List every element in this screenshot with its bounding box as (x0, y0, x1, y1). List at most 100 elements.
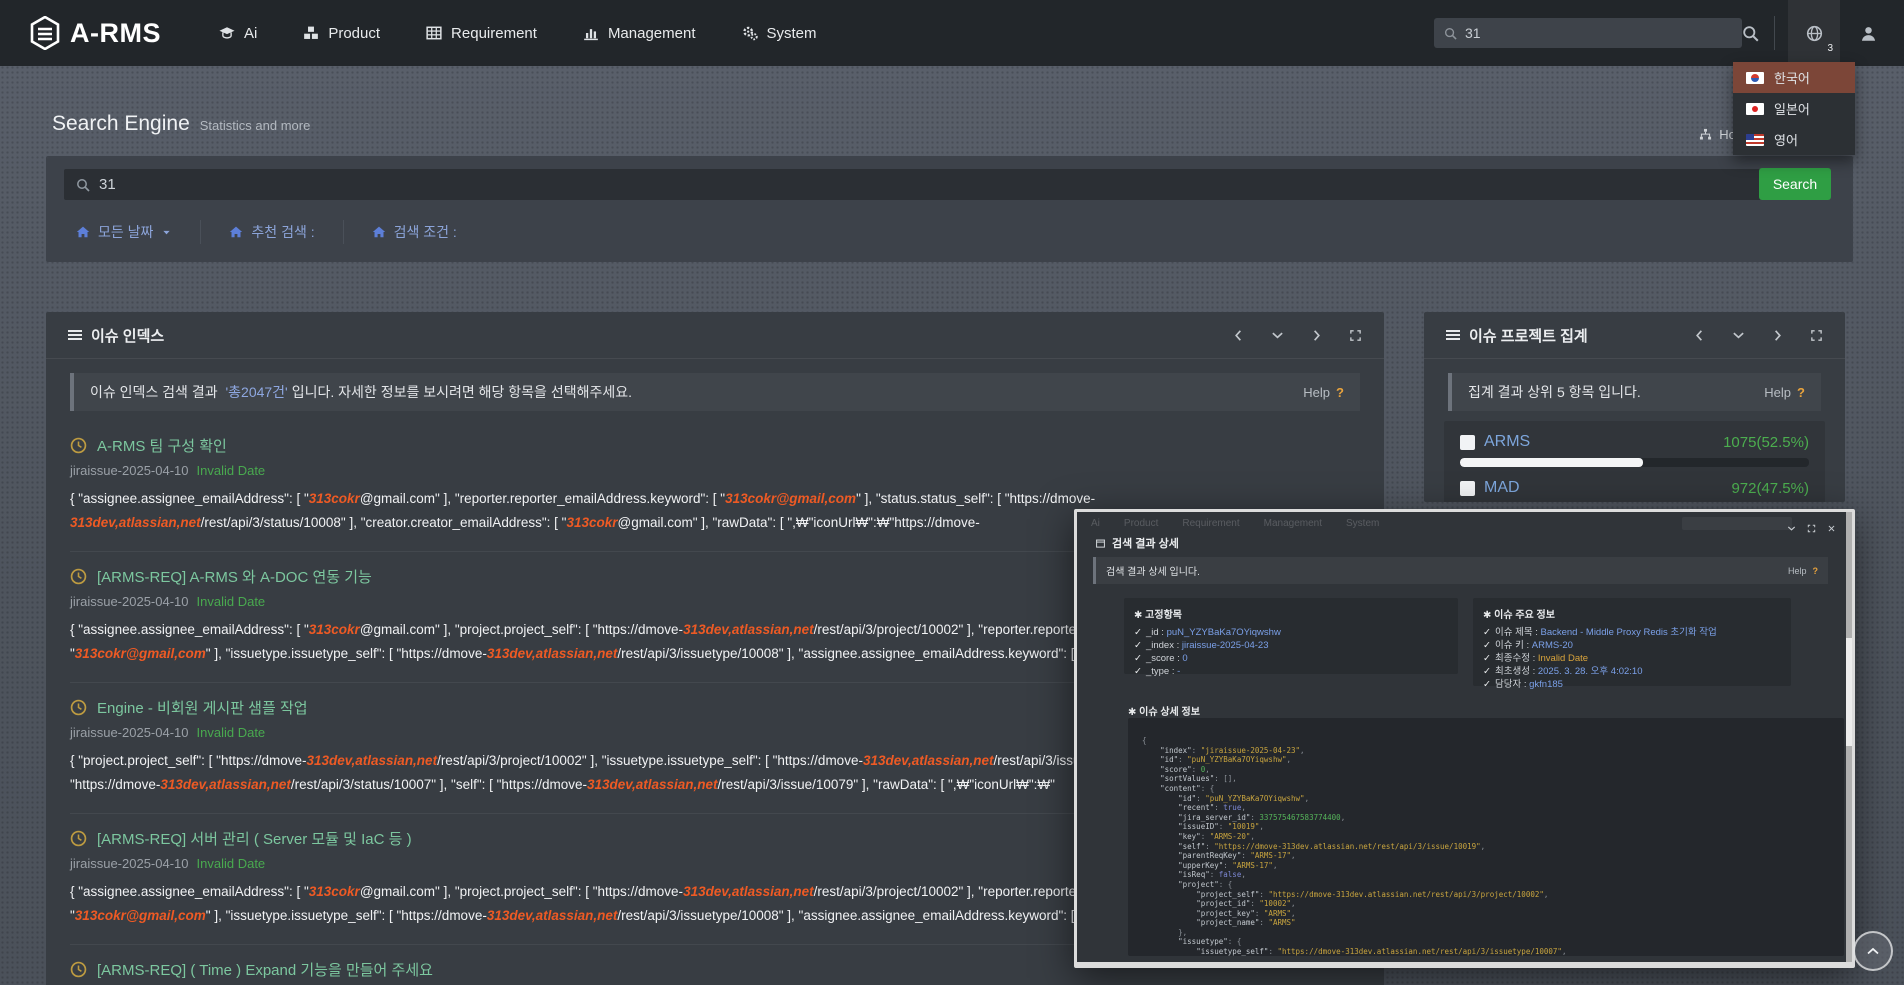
result-title-link[interactable]: [ARMS-REQ] 서버 관리 ( Server 모듈 및 IaC 등 ) (97, 828, 412, 849)
us-flag-icon (1746, 134, 1764, 146)
search-highlight: 313dev,atlassian,net (306, 753, 437, 768)
search-highlight: 313cokr (309, 491, 360, 506)
ghost-nav-item: Product (1124, 518, 1158, 529)
chevron-left-icon[interactable] (1232, 329, 1245, 342)
filter-2[interactable]: 검색 조건 : (344, 220, 485, 244)
search-detail-modal: AiProductRequirementManagementSystem 검색 … (1074, 509, 1855, 968)
navbar-search-input[interactable]: 31 (1434, 18, 1742, 48)
info-text: 검색 결과 상세 입니다. (1106, 563, 1200, 578)
check-icon: ✓ (1483, 627, 1491, 638)
ghost-nav-item: Ai (1091, 518, 1100, 529)
search-icon (1444, 27, 1457, 40)
nav-item-label: Management (608, 25, 696, 42)
expand-icon[interactable] (1349, 329, 1362, 342)
detail-value: puN_YZYBaKa7OYiqwshw (1167, 627, 1281, 638)
result-count: '총2047건' (225, 384, 287, 400)
result-title-link[interactable]: Engine - 비회원 게시판 샘플 작업 (97, 697, 308, 718)
detail-row: ✓이슈 제목 : Backend - Middle Proxy Redis 초기… (1483, 626, 1781, 639)
search-input[interactable]: 31 (64, 169, 1778, 200)
clock-icon (70, 568, 87, 585)
user-button[interactable] (1846, 0, 1890, 66)
issue-detail-title: 이슈 상세 정보 (1128, 703, 1200, 718)
help-button[interactable]: Help? (1764, 385, 1805, 400)
navbar: A-RMS Ai Product Requirement Management Syst… (0, 0, 1904, 66)
chevron-right-icon[interactable] (1771, 329, 1784, 342)
chevron-down-icon[interactable] (1732, 329, 1745, 342)
result-title-link[interactable]: [ARMS-REQ] A-RMS 와 A-DOC 연동 기능 (97, 566, 372, 587)
brand[interactable]: A-RMS (30, 16, 161, 50)
search-highlight: 313cokr (566, 515, 617, 530)
chevron-down-icon[interactable] (1271, 329, 1284, 342)
search-highlight: 313cokr@gmail,com (75, 908, 206, 923)
issue-index-header: 이슈 인덱스 (46, 312, 1384, 359)
help-button[interactable]: Help? (1303, 385, 1344, 400)
detail-row: ✓_id : puN_YZYBaKa7OYiqwshw (1134, 626, 1448, 639)
ghost-nav-item: Requirement (1182, 518, 1239, 529)
search-highlight: 313dev,atlassian,net (683, 622, 814, 637)
search-highlight: 313dev,atlassian,net (863, 753, 994, 768)
language-option-kr[interactable]: 한국어 (1733, 62, 1855, 93)
result-title-link[interactable]: [ARMS-REQ] ( Time ) Expand 기능을 만들어 주세요 (97, 959, 433, 980)
home-icon (76, 225, 90, 239)
expand-icon[interactable] (1810, 329, 1823, 342)
language-option-jp[interactable]: 일본어 (1733, 93, 1855, 124)
ghost-search-pill (1682, 517, 1792, 530)
checkbox[interactable] (1460, 481, 1475, 496)
search-highlight: 313dev,atlassian,net (683, 884, 814, 899)
filter-1[interactable]: 추천 검색 : (201, 220, 343, 244)
result-title-row: A-RMS 팀 구성 확인 (70, 435, 1360, 456)
help-button[interactable]: Help? (1788, 566, 1818, 576)
check-icon: ✓ (1134, 640, 1142, 651)
aggregate-row-mad: MAD972(47.5%) (1460, 479, 1809, 502)
nav-item-management[interactable]: Management (583, 25, 696, 42)
scrollbar-thumb[interactable] (1846, 638, 1852, 746)
scroll-top-button[interactable] (1853, 931, 1893, 971)
search-button[interactable]: Search (1759, 168, 1831, 200)
result-title-link[interactable]: A-RMS 팀 구성 확인 (97, 435, 227, 456)
detail-value: 2025. 3. 28. 오후 4:02:10 (1538, 666, 1643, 677)
modal-window-controls (1787, 524, 1836, 533)
search-highlight: 313dev,atlassian,net (587, 777, 718, 792)
nav-item-ai[interactable]: Ai (219, 25, 257, 42)
aggregate-list: ARMS1075(52.5%)MAD972(47.5%) (1444, 421, 1825, 502)
jp-flag-icon (1746, 103, 1764, 115)
issue-info-panel: 이슈 주요 정보 ✓이슈 제목 : Backend - Middle Proxy… (1473, 598, 1791, 686)
project-label[interactable]: ARMS (1484, 433, 1530, 451)
ghost-nav-item: System (1346, 518, 1379, 529)
invalid-date-label: Invalid Date (197, 856, 266, 871)
chevron-right-icon[interactable] (1310, 329, 1323, 342)
detail-value: ARMS-20 (1532, 640, 1573, 651)
window-icon (1095, 538, 1106, 549)
search-highlight: 313dev,atlassian,net (487, 908, 618, 923)
modal-scrollbar[interactable] (1846, 512, 1852, 962)
navbar-search-button[interactable] (1732, 0, 1768, 66)
result-meta: jiraissue-2025-04-10Invalid Date (70, 463, 1360, 478)
chevron-up-icon (1866, 944, 1880, 958)
brand-title: A-RMS (70, 18, 161, 49)
check-icon: ✓ (1483, 666, 1491, 677)
aggregate-title: 이슈 프로젝트 집계 (1469, 325, 1588, 346)
nav-menu: Ai Product Requirement Management System (219, 25, 817, 42)
close-icon[interactable] (1827, 524, 1836, 533)
language-option-us[interactable]: 영어 (1733, 124, 1855, 155)
project-label[interactable]: MAD (1484, 479, 1520, 497)
page-subtitle: Statistics and more (200, 118, 311, 133)
search-highlight: 313cokr@gmail,com (725, 491, 856, 506)
clock-icon (70, 961, 87, 978)
filter-label: 모든 날짜 (98, 222, 153, 242)
expand-icon[interactable] (1807, 524, 1816, 533)
language-button[interactable]: 3 (1788, 0, 1840, 66)
language-label: 영어 (1774, 130, 1798, 149)
filter-0[interactable]: 모든 날짜 (64, 220, 201, 244)
cogs-icon (742, 25, 758, 41)
checkbox[interactable] (1460, 435, 1475, 450)
nav-item-system[interactable]: System (742, 25, 817, 42)
chevron-down-icon[interactable] (1787, 524, 1796, 533)
check-icon: ✓ (1134, 653, 1142, 664)
question-icon: ? (1797, 385, 1805, 400)
nav-item-label: Product (328, 25, 380, 42)
chevron-left-icon[interactable] (1693, 329, 1706, 342)
app-root: A-RMS Ai Product Requirement Management Syst… (0, 0, 1904, 985)
nav-item-product[interactable]: Product (303, 25, 380, 42)
nav-item-requirement[interactable]: Requirement (426, 25, 537, 42)
